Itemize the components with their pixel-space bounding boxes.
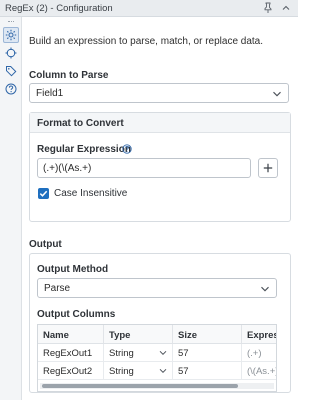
row-1-type-value: String: [109, 348, 134, 359]
row-1-type[interactable]: String: [104, 344, 173, 362]
chevron-down-icon: [159, 350, 167, 356]
output-method-label: Output Method: [37, 264, 109, 275]
tag-icon: [6, 66, 17, 77]
chevron-up-icon[interactable]: [280, 2, 292, 14]
column-to-parse-label: Column to Parse: [29, 70, 109, 81]
window-title: RegEx (2) - Configuration: [5, 3, 113, 14]
row-2-type[interactable]: String: [104, 362, 173, 380]
row-2-type-value: String: [109, 366, 134, 377]
insert-token-button[interactable]: [258, 158, 278, 178]
format-to-convert-header: Format to Convert: [30, 113, 290, 133]
regex-label: Regular Expression: [37, 144, 131, 155]
connection-icon: [5, 47, 17, 59]
case-insensitive-checkbox[interactable]: [38, 188, 49, 199]
row-2-size[interactable]: 57: [173, 362, 242, 380]
column-header-size[interactable]: Size: [173, 325, 242, 344]
help-icon[interactable]: [122, 144, 132, 154]
gear-icon: [5, 29, 17, 41]
format-to-convert-heading: Format to Convert: [37, 118, 124, 129]
rail-grip: [8, 21, 14, 23]
output-method-dropdown[interactable]: Parse: [37, 278, 277, 298]
scrollbar-thumb[interactable]: [42, 384, 238, 388]
output-heading: Output: [29, 239, 62, 250]
regex-input[interactable]: [43, 163, 243, 174]
plus-icon: [263, 163, 273, 173]
row-1-name[interactable]: RegExOut1: [38, 344, 104, 362]
column-to-parse-value: Field1: [36, 88, 64, 99]
column-to-parse-dropdown[interactable]: Field1: [29, 83, 289, 103]
output-columns-table: Name Type Size Expressio RegExOut1 Strin…: [37, 324, 277, 392]
checkmark-icon: [39, 190, 48, 197]
chevron-down-icon: [159, 368, 167, 374]
configuration-gear-button[interactable]: [3, 27, 19, 43]
tool-rail: [0, 17, 22, 400]
format-to-convert-group: Format to Convert Regular Expression Cas…: [29, 112, 291, 222]
column-header-name[interactable]: Name: [38, 325, 104, 344]
output-group: Output Method Parse Output Columns Name …: [29, 253, 291, 393]
output-columns-label: Output Columns: [37, 309, 116, 320]
row-1-size[interactable]: 57: [173, 344, 242, 362]
row-2-name[interactable]: RegExOut2: [38, 362, 104, 380]
output-method-value: Parse: [44, 283, 71, 294]
help-button[interactable]: [3, 81, 19, 97]
column-header-type[interactable]: Type: [104, 325, 173, 344]
chevron-down-icon: [261, 286, 269, 292]
annotation-tag-button[interactable]: [3, 63, 19, 79]
configuration-panel: Build an expression to parse, match, or …: [22, 17, 298, 400]
case-insensitive-label: Case Insensitive: [54, 188, 128, 199]
tool-description: Build an expression to parse, match, or …: [29, 36, 264, 47]
connection-button[interactable]: [3, 45, 19, 61]
window-titlebar: RegEx (2) - Configuration: [0, 0, 298, 17]
regex-input-box[interactable]: [37, 158, 251, 178]
row-2-expression: (\(As.+): [242, 362, 276, 380]
row-1-expression: (.+): [242, 344, 276, 362]
column-header-expression[interactable]: Expressio: [242, 325, 276, 344]
pin-icon[interactable]: [262, 2, 274, 14]
help-circle-icon: [5, 83, 17, 95]
horizontal-scrollbar[interactable]: [40, 383, 274, 389]
chevron-down-icon: [273, 91, 281, 97]
